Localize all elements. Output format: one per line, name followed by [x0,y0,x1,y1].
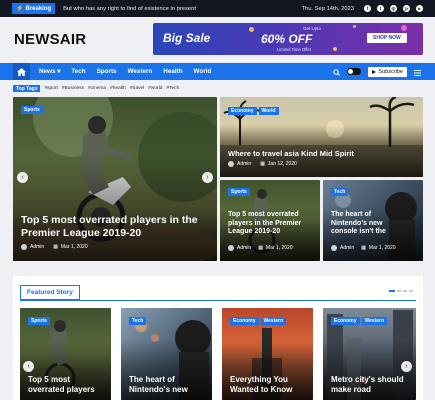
carousel-dots[interactable] [389,290,413,292]
main-nav: News ▾ Tech Sports Western Health World … [0,63,435,80]
breaking-label: Breaking [25,5,52,12]
calendar-icon: ▦ [258,245,263,251]
nav-item-world[interactable]: World [194,68,212,75]
hero-main-title[interactable]: Top 5 most overrated players in the Prem… [21,214,209,240]
youtube-icon[interactable]: ▸ [416,5,423,12]
featured-title[interactable]: Top 5 most overrated players [28,375,108,395]
post-date: Jan 12, 2020 [267,161,297,167]
calendar-icon: ▦ [53,244,58,250]
tag-link[interactable]: #health [110,86,126,91]
carousel-dot[interactable] [397,290,401,292]
current-date: Thu. Sep 14th, 2023 [301,5,354,12]
author-name[interactable]: Admin [237,161,251,167]
tag-link[interactable]: #travel [130,86,144,91]
breaking-ticker[interactable]: But who has any right to find of existen… [63,6,196,12]
sale-banner[interactable]: Big Sale Get Upto 60% OFF Limited Time O… [153,23,423,55]
top-bar: ⚡ Breaking But who has any right to find… [0,0,435,17]
featured-card[interactable]: Sports Top 5 most overrated players ‹ [20,308,111,400]
post-date: Mar 1, 2020 [368,245,396,251]
featured-section: Featured Story Sports Top 5 most overrat… [13,276,423,400]
calendar-icon: ▦ [260,161,265,167]
tag-link[interactable]: #sport [44,86,57,91]
author-name[interactable]: Admin [237,245,251,251]
featured-divider [20,300,416,301]
featured-card[interactable]: Economy Western Everything You Wanted to… [222,308,313,400]
nav-item-health[interactable]: Health [163,68,182,75]
author-name[interactable]: Admin [30,244,44,250]
bottom-left-title[interactable]: Top 5 most overrated players in the Prem… [228,211,314,237]
featured-card[interactable]: Tech The heart of Nintendo's new [121,308,212,400]
carousel-dot[interactable] [403,290,407,292]
category-badge[interactable]: Western [260,317,287,325]
featured-card[interactable]: Economy Western Metro city's should make… [323,308,416,400]
category-badge[interactable]: Economy [228,107,257,115]
twitter-icon[interactable]: t [377,5,384,12]
category-badge[interactable]: Economy [331,317,360,325]
carousel-dot[interactable] [389,290,395,292]
nav-item-western[interactable]: Western [128,68,153,75]
prev-arrow-icon[interactable]: ‹ [17,172,28,183]
instagram-icon[interactable]: ◎ [390,5,397,12]
tag-link[interactable]: #Business [62,86,84,91]
bottom-left-card[interactable]: Sports Top 5 most overrated players in t… [220,180,320,261]
author-avatar [228,161,234,167]
top-tags: Top Tags #sport #Business #cinema #healt… [13,85,179,92]
hero-main-card[interactable]: Sports Top 5 most overrated players in t… [13,97,217,261]
next-arrow-icon[interactable]: › [401,361,412,372]
dark-mode-toggle[interactable] [346,68,361,75]
post-date: Mar 1, 2020 [60,244,88,250]
category-badge[interactable]: Sports [21,106,43,114]
top-right-card[interactable]: Economy World Where to travel asia Kind … [220,97,423,177]
nav-item-sports[interactable]: Sports [97,68,117,75]
top-right-title[interactable]: Where to travel asia Kind Mid Spirit [228,149,418,158]
facebook-icon[interactable]: f [364,5,371,12]
site-logo[interactable]: NEWSAIR [14,31,86,48]
chevron-down-icon: ▾ [57,68,61,75]
menu-icon[interactable] [414,63,421,81]
subscribe-button[interactable]: Subscribe [367,66,407,77]
search-icon[interactable] [332,63,340,81]
banner-title: Big Sale [163,31,211,45]
category-badge[interactable]: World [258,107,279,115]
author-name[interactable]: Admin [340,245,354,251]
author-avatar [21,244,27,250]
breaking-badge: ⚡ Breaking [12,3,56,14]
category-badge[interactable]: Tech [129,317,147,325]
bottom-right-card[interactable]: Tech The heart of Nintendo's new console… [323,180,423,261]
author-avatar [331,245,337,251]
banner-upto: Get Upto [303,26,322,31]
category-badge[interactable]: Tech [331,188,349,196]
category-badge[interactable]: Sports [228,188,250,196]
featured-heading: Featured Story [20,285,80,300]
featured-title[interactable]: Everything You Wanted to Know [230,375,310,395]
category-badge[interactable]: Sports [28,317,50,325]
featured-title[interactable]: The heart of Nintendo's new [129,375,209,395]
banner-percent: 60% OFF [261,32,313,46]
top-tags-label: Top Tags [13,85,41,92]
nav-item-news[interactable]: News ▾ [39,68,60,75]
shop-now-button[interactable]: SHOP NOW [367,33,407,43]
next-arrow-icon[interactable]: › [202,172,213,183]
site-header: NEWSAIR Big Sale Get Upto 60% OFF Limite… [0,17,435,63]
tag-link[interactable]: #world [148,86,162,91]
lightning-icon: ⚡ [16,6,24,12]
category-badge[interactable]: Western [361,317,388,325]
post-date: Mar 1, 2020 [265,245,293,251]
nav-item-tech[interactable]: Tech [71,68,85,75]
category-badge[interactable]: Economy [230,317,259,325]
calendar-icon: ▦ [361,245,366,251]
author-avatar [228,245,234,251]
featured-title[interactable]: Metro city's should make road [331,375,411,395]
tag-link[interactable]: #cinema [88,86,106,91]
home-icon[interactable] [13,63,30,80]
play-icon [371,69,376,74]
bottom-right-title[interactable]: The heart of Nintendo's new console isn'… [331,211,403,237]
carousel-dot[interactable] [409,290,413,292]
pinterest-icon[interactable]: p [403,5,410,12]
tag-link[interactable]: #Tech [166,86,179,91]
prev-arrow-icon[interactable]: ‹ [23,361,34,372]
banner-limited: Limited Time Offer [277,47,312,52]
